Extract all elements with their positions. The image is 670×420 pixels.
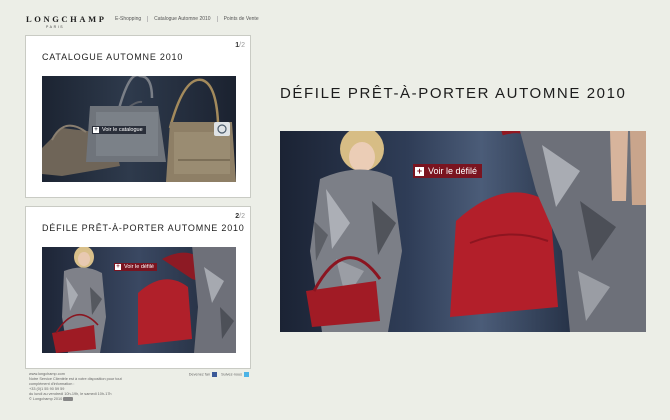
footer: www.longchamp.com Notre Service Clientèl…: [29, 372, 249, 402]
defile-card[interactable]: 2/2 DÉFILE PRÊT-À-PORTER AUTOMNE 2010 + …: [25, 206, 251, 369]
voir-defile-button[interactable]: + Voir le défilé: [413, 164, 483, 178]
voir-catalogue-button[interactable]: + Voir le catalogue: [92, 126, 146, 134]
nav-catalogue[interactable]: Catalogue Automne 2010: [147, 16, 216, 22]
nav-points-de-vente[interactable]: Points de Vente: [216, 16, 265, 22]
voir-defile-button-small[interactable]: + Voir le défilé: [114, 263, 157, 271]
card-pager: 2/2: [235, 213, 245, 220]
page-title: DÉFILE PRÊT-À-PORTER AUTOMNE 2010: [280, 85, 627, 102]
twitter-icon: [244, 372, 249, 377]
top-nav: E-Shopping Catalogue Automne 2010 Points…: [115, 16, 265, 22]
nav-eshopping[interactable]: E-Shopping: [115, 16, 147, 22]
plus-icon: +: [415, 165, 424, 176]
card-pager: 1/2: [235, 42, 245, 49]
catalogue-card[interactable]: 1/2 CATALOGUE AUTOMNE 2010 + Voir le cat…: [25, 35, 251, 198]
footer-copyright: © Longchamp 2010: [29, 397, 249, 402]
social-links: Devenez fan Suivez-nous: [189, 372, 249, 378]
hero-image[interactable]: + Voir le défilé: [280, 131, 646, 332]
defile-hero-image: [306, 131, 646, 332]
brand-logo[interactable]: LONGCHAMP PARIS: [26, 14, 107, 29]
defile-thumbnail[interactable]: + Voir le défilé: [42, 247, 236, 353]
horse-logo-icon: [63, 397, 74, 401]
logo-subtext: PARIS: [46, 25, 65, 29]
facebook-link[interactable]: Devenez fan: [189, 372, 218, 378]
twitter-link[interactable]: Suivez-nous: [221, 372, 249, 378]
card-title: CATALOGUE AUTOMNE 2010: [42, 52, 184, 62]
facebook-icon: [212, 372, 218, 377]
plus-icon: +: [115, 264, 121, 270]
card-title: DÉFILE PRÊT-À-PORTER AUTOMNE 2010: [42, 223, 245, 233]
catalogue-thumbnail[interactable]: + Voir le catalogue: [42, 76, 236, 182]
plus-icon: +: [93, 127, 99, 133]
logo-text: LONGCHAMP: [26, 14, 107, 24]
